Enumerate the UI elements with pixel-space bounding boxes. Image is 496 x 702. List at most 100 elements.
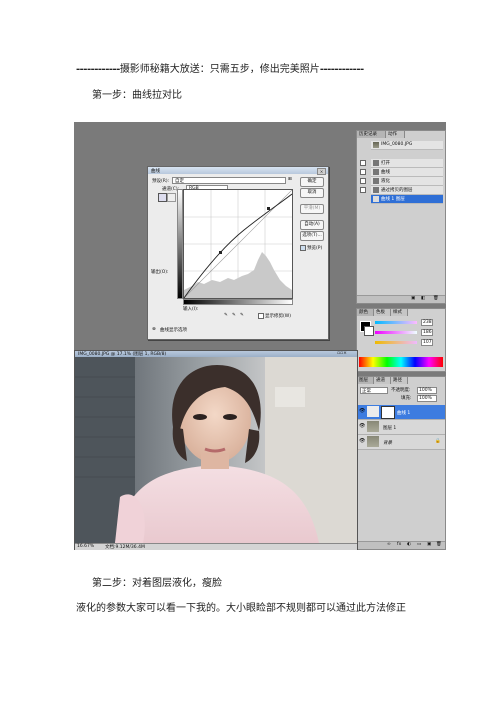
preset-select[interactable]: 自定 — [172, 177, 286, 184]
new-layer-icon[interactable]: ▣ — [427, 542, 431, 547]
step2-description: 液化的参数大家可以看一下我的。大小眼睑部不规则都可以通过此方法修正 — [76, 603, 406, 614]
history-brush-checkbox[interactable] — [360, 187, 366, 193]
history-item-selected[interactable]: 曲线 1 图层 — [371, 195, 443, 204]
tab-paths[interactable]: 路径 — [391, 377, 408, 384]
layer-row[interactable]: 👁 背景 🔒 — [357, 435, 445, 450]
red-value[interactable]: 238 — [421, 319, 433, 326]
background-color-swatch[interactable] — [364, 326, 374, 336]
show-clipping-label: 显示修剪(W) — [265, 314, 291, 319]
history-brush-checkbox[interactable] — [360, 178, 366, 184]
layer-style-icon[interactable]: fx — [397, 542, 401, 547]
curve-point[interactable] — [267, 207, 270, 210]
preset-label: 预设(R): — [152, 179, 170, 184]
history-step-icon — [373, 169, 379, 175]
blue-slider[interactable] — [375, 341, 417, 344]
curve-point[interactable] — [219, 251, 222, 254]
preset-options-icon[interactable]: ⊞ — [288, 177, 292, 182]
layer-row[interactable]: 👁 图层 1 — [357, 420, 445, 435]
close-button[interactable]: × — [317, 168, 326, 175]
new-document-icon[interactable]: ◧ — [421, 296, 425, 301]
curve-display-options-label: 曲线显示选项 — [160, 328, 187, 333]
trash-icon[interactable]: 🗑 — [433, 296, 439, 301]
history-item[interactable]: 通过拷贝的图层 — [371, 186, 443, 195]
preview-checkbox[interactable] — [300, 245, 306, 251]
history-step-icon — [373, 178, 379, 184]
layer-thumbnail — [367, 421, 379, 432]
history-footer: ▣ ◧ 🗑 — [357, 295, 445, 303]
new-snapshot-icon[interactable]: ▣ — [411, 296, 415, 301]
window-controls-icon[interactable]: ▫▫× — [337, 351, 347, 356]
input-gradient-ramp — [183, 299, 293, 305]
adjustment-layer-icon — [367, 406, 379, 417]
history-step-icon — [373, 187, 379, 193]
layers-footer: ∞ fx ◐ ▭ ▣ 🗑 — [357, 541, 445, 549]
portrait-photo[interactable] — [75, 357, 357, 543]
curve-point-tool-icon[interactable] — [158, 193, 167, 202]
visibility-eye-icon[interactable]: 👁 — [359, 424, 365, 429]
color-panel: 颜色 色板 样式 238 186 107 — [356, 308, 446, 372]
visibility-eye-icon[interactable]: 👁 — [359, 439, 365, 444]
tab-color[interactable]: 颜色 — [357, 309, 374, 316]
tab-actions[interactable]: 动作 — [386, 131, 405, 138]
green-value[interactable]: 186 — [421, 329, 433, 336]
tab-history[interactable]: 历史记录 — [357, 131, 386, 138]
layer-thumbnail — [367, 436, 379, 447]
blend-mode-select[interactable]: 正常 — [360, 387, 388, 394]
visibility-eye-icon[interactable]: 👁 — [359, 409, 365, 414]
history-step-icon — [373, 196, 379, 202]
history-brush-checkbox[interactable] — [360, 169, 366, 175]
white-eyedropper-icon[interactable]: ✎ — [240, 313, 244, 318]
blue-value[interactable]: 107 — [421, 339, 433, 346]
history-item[interactable]: 液化 — [371, 177, 443, 186]
black-eyedropper-icon[interactable]: ✎ — [224, 313, 228, 318]
history-snapshot[interactable]: IMG_0080.JPG — [371, 141, 443, 150]
fill-label: 填充: — [401, 396, 412, 401]
new-group-icon[interactable]: ▭ — [417, 542, 421, 547]
history-brush-checkbox[interactable] — [360, 160, 366, 166]
history-panel: 历史记录 动作 IMG_0080.JPG 打开 曲线 液化 通过拷贝的图层 曲线… — [356, 130, 446, 304]
document-status-bar: 16.67% 文档:9.12M/36.4M — [75, 543, 357, 550]
dialog-title: 曲线 — [151, 169, 160, 174]
curve-svg — [183, 189, 293, 299]
history-brush-column — [359, 141, 367, 203]
history-item[interactable]: 曲线 — [371, 168, 443, 177]
step2-heading: 第二步：对着图层液化，瘦脸 — [92, 578, 222, 589]
title-dash-right: ------------ — [319, 64, 364, 75]
fill-input[interactable]: 100% — [417, 395, 437, 402]
auto-button[interactable]: 自动(A) — [300, 220, 324, 230]
document-info[interactable]: 文档:9.12M/36.4M — [105, 544, 145, 550]
layer-mask-thumbnail[interactable] — [381, 406, 395, 419]
cancel-button[interactable]: 取消 — [300, 188, 324, 198]
smooth-button[interactable]: 平滑(M) — [300, 204, 324, 214]
tab-channels[interactable]: 通道 — [374, 377, 391, 384]
preview-label: 预览(P) — [307, 246, 323, 251]
opacity-input[interactable]: 100% — [417, 387, 437, 394]
ok-button[interactable]: 确定 — [300, 177, 324, 187]
history-step-icon — [373, 160, 379, 166]
gray-eyedropper-icon[interactable]: ✎ — [232, 313, 236, 318]
lock-icon: 🔒 — [435, 439, 441, 444]
options-button[interactable]: 选项(T)... — [300, 231, 324, 241]
dialog-titlebar[interactable]: 曲线 × — [148, 167, 328, 175]
curves-graph[interactable] — [183, 189, 293, 299]
history-item[interactable]: 打开 — [371, 159, 443, 168]
pencil-tool-icon[interactable] — [167, 193, 176, 202]
green-slider[interactable] — [375, 331, 417, 334]
tab-swatches[interactable]: 色板 — [374, 309, 391, 316]
input-label: 输入(I): — [183, 307, 199, 312]
link-layers-icon[interactable]: ∞ — [387, 542, 391, 547]
red-slider[interactable] — [375, 321, 417, 324]
curves-dialog: 曲线 × 预设(R): 自定 ⊞ 通道(C): RGB 确定 取消 平滑(M) … — [147, 166, 329, 340]
add-mask-icon[interactable]: ◐ — [407, 542, 411, 547]
trash-icon[interactable]: 🗑 — [436, 542, 442, 547]
show-clipping-checkbox[interactable] — [258, 313, 264, 319]
zoom-level[interactable]: 16.67% — [77, 544, 94, 549]
tab-layers[interactable]: 图层 — [357, 377, 374, 384]
layer-row[interactable]: 👁 曲线 1 — [357, 405, 445, 420]
document-window: IMG_0080.JPG @ 17.1% (图层 1, RGB/8) ▫▫× 1… — [74, 350, 358, 550]
page-title: ------------摄影师秘籍大放送：只需五步，修出完美照片--------… — [76, 60, 364, 75]
expand-options-icon[interactable]: ⊗ — [152, 327, 156, 332]
tab-styles[interactable]: 样式 — [391, 309, 408, 316]
color-spectrum-bar[interactable] — [359, 357, 443, 367]
close-icon: × — [319, 169, 324, 174]
